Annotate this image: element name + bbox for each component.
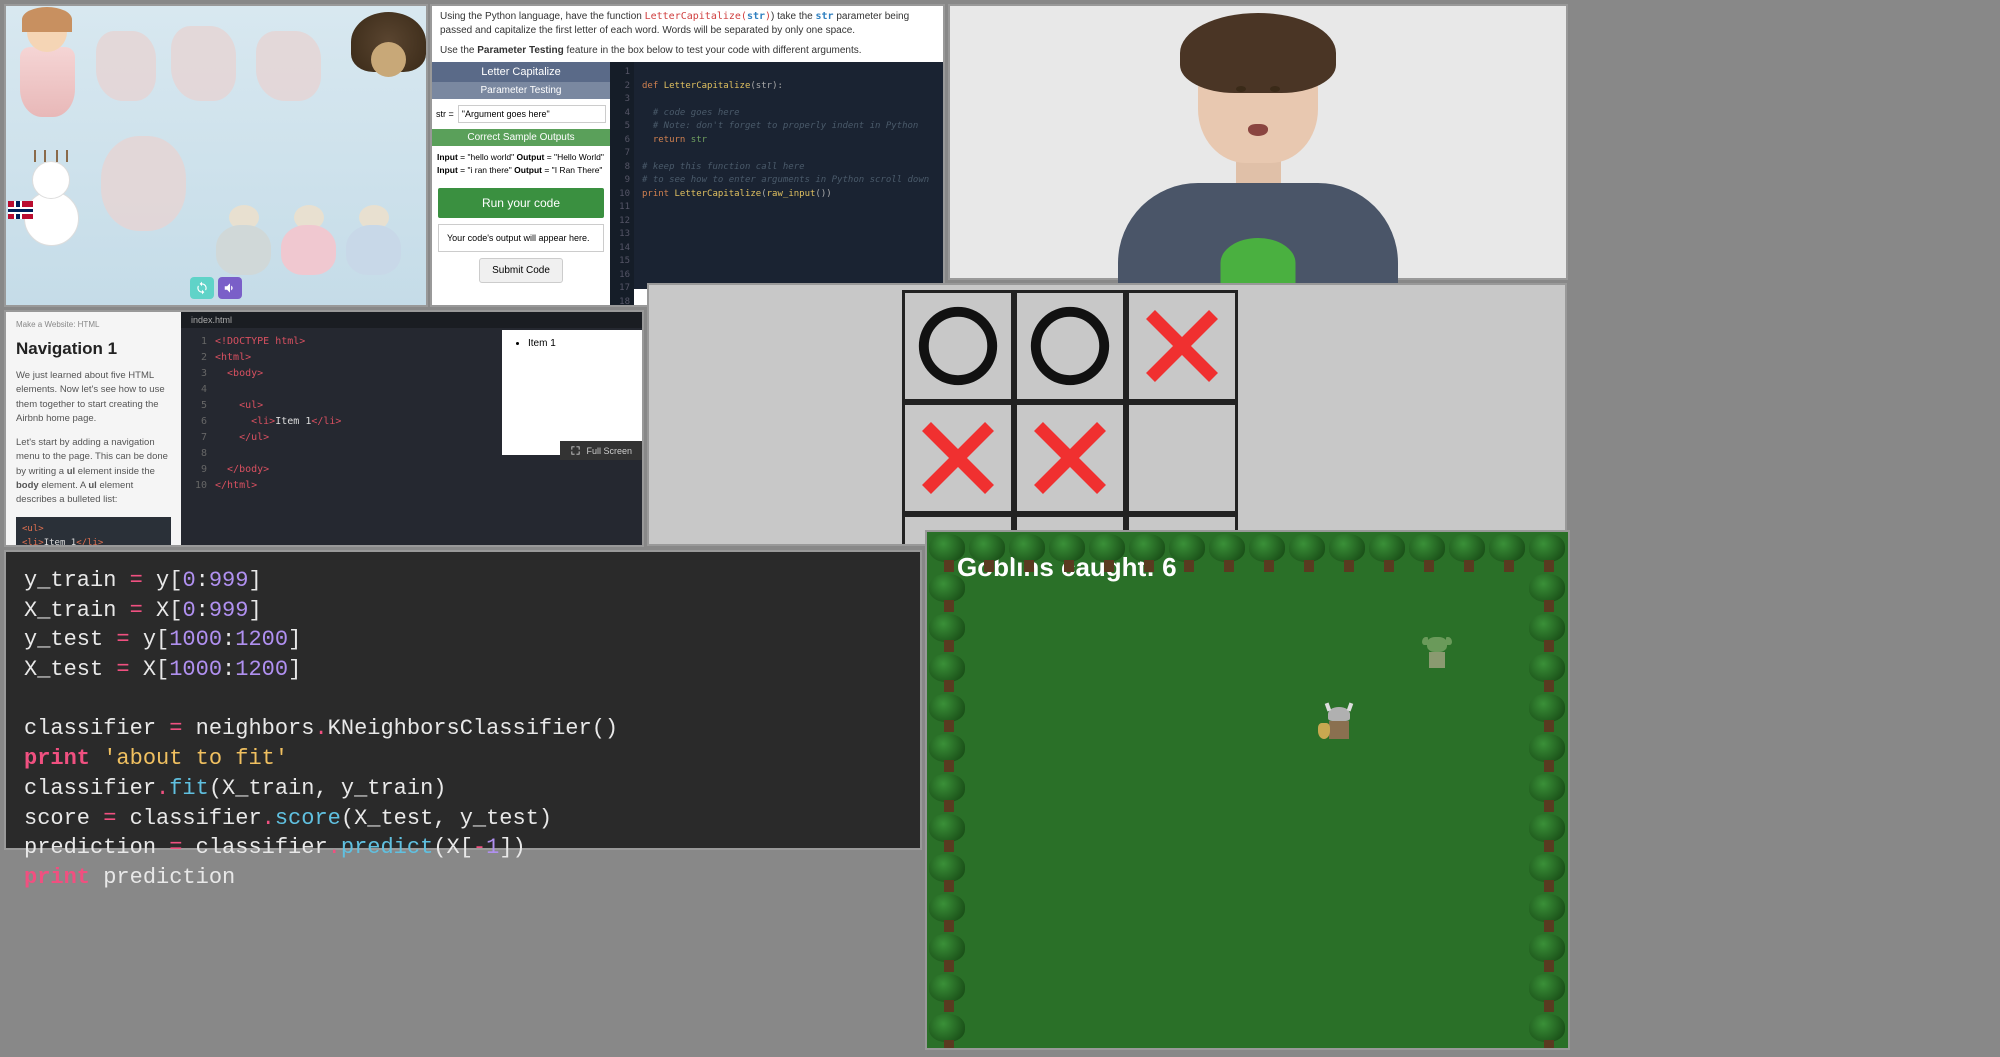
tree-icon <box>929 614 969 654</box>
tree-icon <box>1529 974 1569 1014</box>
fullscreen-button[interactable]: Full Screen <box>560 441 642 460</box>
fullscreen-icon <box>570 445 581 456</box>
lesson-para-1: We just learned about five HTML elements… <box>16 369 171 426</box>
lesson-para-2: Let's start by adding a navigation menu … <box>16 436 171 507</box>
tree-icon <box>929 574 969 614</box>
submit-code-button[interactable]: Submit Code <box>479 258 563 283</box>
hedgehog-character <box>351 12 426 102</box>
shirt-logo-icon <box>1221 238 1296 288</box>
ttt-cell-1-0[interactable] <box>902 402 1014 514</box>
output-box: Your code's output will appear here. <box>438 224 604 252</box>
sound-button[interactable] <box>218 277 242 299</box>
sample-outputs-header: Correct Sample Outputs <box>432 129 610 146</box>
video-panel[interactable] <box>948 4 1568 280</box>
breadcrumb: Make a Website: HTML <box>16 320 171 329</box>
tree-icon <box>1369 534 1409 574</box>
tree-icon <box>1529 614 1569 654</box>
code-challenge-panel: Using the Python language, have the func… <box>430 4 945 307</box>
seal-character-2[interactable] <box>281 205 336 265</box>
goblin-sprite <box>1422 637 1452 672</box>
kids-puzzle-panel <box>4 4 428 307</box>
tree-icon <box>1529 734 1569 774</box>
str-label: str = <box>436 109 454 119</box>
tree-icon <box>1529 854 1569 894</box>
goblins-game-panel[interactable]: Goblins caught: 6 <box>925 530 1570 1050</box>
hero-sprite <box>1322 707 1356 747</box>
tree-icon <box>1209 534 1249 574</box>
tree-icon <box>929 934 969 974</box>
lesson-title: Navigation 1 <box>16 339 171 359</box>
challenge-title: Letter Capitalize <box>432 62 610 82</box>
parameter-testing-header: Parameter Testing <box>432 82 610 99</box>
tree-icon <box>1449 534 1489 574</box>
refresh-icon <box>195 281 209 295</box>
preview-pane: Item 1 <box>502 330 642 455</box>
ttt-cell-0-0[interactable] <box>902 290 1014 402</box>
tree-icon <box>1489 534 1529 574</box>
tree-icon <box>929 734 969 774</box>
tictactoe-board <box>902 290 1240 546</box>
sample-io: Input = "hello world" Output = "Hello Wo… <box>432 146 610 182</box>
presenter <box>1118 28 1398 278</box>
tree-icon <box>1529 574 1569 614</box>
ttt-cell-1-1[interactable] <box>1014 402 1126 514</box>
code-snippet: <ul> <li>Item 1</li> <li>Item 2</li> <li… <box>16 517 171 545</box>
editor-tab[interactable]: index.html <box>181 312 642 328</box>
tree-icon <box>1289 534 1329 574</box>
tree-icon <box>929 694 969 734</box>
tree-icon <box>1329 534 1369 574</box>
tree-icon <box>1249 534 1289 574</box>
refresh-button[interactable] <box>190 277 214 299</box>
tictactoe-panel <box>647 283 1567 546</box>
html-editor[interactable]: index.html 1<!DOCTYPE html>2<html>3 <bod… <box>181 312 642 545</box>
tree-icon <box>969 534 1009 574</box>
preview-item: Item 1 <box>528 338 634 349</box>
tree-icon <box>1529 694 1569 734</box>
ttt-cell-1-2[interactable] <box>1126 402 1238 514</box>
ttt-cell-0-2[interactable] <box>1126 290 1238 402</box>
tree-icon <box>1129 534 1169 574</box>
html-lesson-panel: Make a Website: HTML Navigation 1 We jus… <box>4 310 644 547</box>
girl-character <box>12 12 82 132</box>
snowman-character <box>16 161 86 281</box>
tree-icon <box>1529 534 1569 574</box>
tree-icon <box>1529 1014 1569 1050</box>
tree-icon <box>929 534 969 574</box>
tree-icon <box>929 654 969 694</box>
seal-character-1[interactable] <box>216 205 271 265</box>
tree-icon <box>1049 534 1089 574</box>
python-code-panel: y_train = y[0:999]X_train = X[0:999]y_te… <box>4 550 922 850</box>
tree-icon <box>929 854 969 894</box>
tree-icon <box>929 814 969 854</box>
challenge-description: Using the Python language, have the func… <box>432 6 943 62</box>
tree-icon <box>1089 534 1129 574</box>
tree-icon <box>1529 894 1569 934</box>
tree-icon <box>929 894 969 934</box>
run-code-button[interactable]: Run your code <box>438 188 604 218</box>
tree-icon <box>1169 534 1209 574</box>
tree-icon <box>1529 654 1569 694</box>
tree-icon <box>1529 934 1569 974</box>
tree-icon <box>1409 534 1449 574</box>
tree-icon <box>1529 814 1569 854</box>
norway-flag-icon <box>8 201 33 219</box>
sound-icon <box>223 281 237 295</box>
tree-icon <box>1009 534 1049 574</box>
argument-input[interactable] <box>458 105 606 123</box>
tree-icon <box>929 974 969 1014</box>
ttt-cell-0-1[interactable] <box>1014 290 1126 402</box>
seal-character-3[interactable] <box>346 205 401 265</box>
tree-icon <box>1529 774 1569 814</box>
tree-icon <box>929 774 969 814</box>
code-editor[interactable]: 123456789101112131415161718192021 def Le… <box>610 62 943 289</box>
tree-icon <box>929 1014 969 1050</box>
